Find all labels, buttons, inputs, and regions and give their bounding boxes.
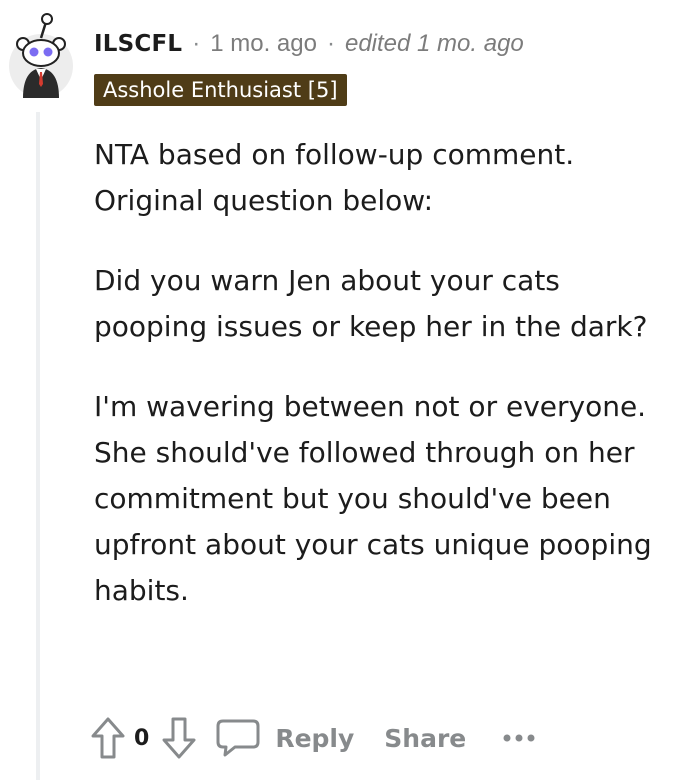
user-avatar-icon[interactable] [6,8,76,98]
share-button[interactable]: Share [384,724,466,753]
thread-collapse-line[interactable] [36,112,40,780]
comment-body: NTA based on follow-up comment. Original… [94,132,674,648]
comment-action-bar: 0 Reply Share [88,712,536,764]
meta-separator: · [326,30,335,57]
upvote-button[interactable] [88,714,128,762]
arrow-down-icon [162,717,196,759]
reply-label: Reply [275,723,355,753]
reply-button[interactable]: Reply [215,718,354,758]
speech-bubble-icon [216,719,260,757]
edited-timestamp: edited 1 mo. ago [344,30,524,57]
comment-paragraph: I'm wavering between not or everyone. Sh… [94,390,652,607]
more-options-button[interactable] [502,718,536,758]
comment-paragraph: NTA based on follow-up comment. Original… [94,138,575,217]
username-link[interactable]: ILSCFL [94,31,182,57]
vote-score: 0 [134,725,150,751]
arrow-up-icon [91,717,125,759]
meta-separator: · [192,30,201,57]
comment-meta: ILSCFL · 1 mo. ago · edited 1 mo. ago [94,24,524,64]
ellipsis-icon [503,734,535,742]
comment-paragraph: Did you warn Jen about your cats pooping… [94,264,648,343]
timestamp-link[interactable]: 1 mo. ago [210,30,317,58]
user-flair-badge: Asshole Enthusiast [5] [94,74,347,106]
downvote-button[interactable] [159,714,199,762]
